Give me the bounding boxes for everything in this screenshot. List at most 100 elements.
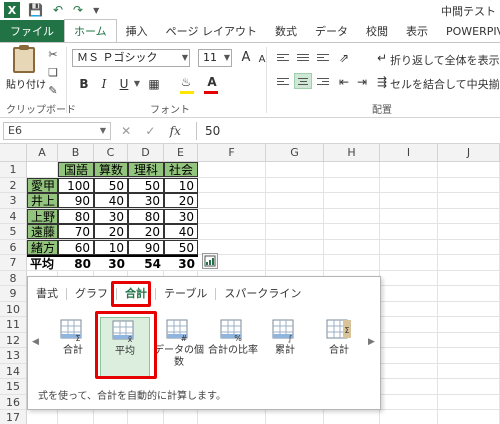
average-label-cell[interactable]: 平均 (27, 255, 58, 270)
column-header-i[interactable]: I (380, 144, 438, 162)
row-header-9[interactable]: 9 (0, 286, 27, 302)
select-all-corner[interactable] (0, 144, 27, 162)
insert-function-icon[interactable]: fx (170, 124, 181, 138)
score-cell[interactable]: 90 (58, 193, 94, 208)
score-cell[interactable]: 10 (94, 239, 128, 255)
align-right-icon[interactable] (314, 73, 332, 89)
column-header-g[interactable]: G (266, 144, 324, 162)
row-header-17[interactable]: 17 (0, 410, 27, 424)
row-header-15[interactable]: 15 (0, 379, 27, 395)
row-header-13[interactable]: 13 (0, 348, 27, 364)
font-name-box[interactable]: ＭＳ Ｐゴシック (72, 49, 190, 67)
tab-home[interactable]: ホーム (64, 19, 117, 42)
column-header-j[interactable]: J (438, 144, 500, 162)
score-cell[interactable]: 80 (58, 208, 94, 224)
font-name-dropdown-icon[interactable]: ▼ (180, 49, 190, 67)
column-header-d[interactable]: D (128, 144, 164, 162)
row-header-12[interactable]: 12 (0, 332, 27, 348)
row-header-11[interactable]: 11 (0, 317, 27, 333)
orientation-icon[interactable]: ⇗ (336, 49, 352, 67)
redo-icon[interactable]: ↷ (73, 3, 83, 17)
align-bottom-icon[interactable] (314, 49, 332, 65)
copy-icon[interactable]: ❏ (46, 67, 60, 79)
cancel-icon[interactable]: ✕ (121, 124, 131, 138)
score-cell[interactable]: 50 (128, 177, 164, 193)
wrap-text-button[interactable]: 折り返して全体を表示する (390, 52, 500, 68)
row-header-8[interactable]: 8 (0, 270, 27, 286)
font-color-button[interactable]: A (204, 73, 220, 91)
enter-icon[interactable]: ✓ (145, 124, 155, 138)
student-name-cell[interactable]: 上野 (27, 208, 58, 224)
score-cell[interactable]: 30 (94, 208, 128, 224)
italic-button[interactable]: I (96, 75, 112, 93)
paste-button[interactable]: 貼り付け (6, 45, 46, 91)
align-center-icon[interactable] (294, 73, 312, 89)
row-header-2[interactable]: 2 (0, 177, 27, 193)
name-box[interactable]: E6 ▼ (3, 122, 111, 140)
column-header-a[interactable]: A (27, 144, 58, 162)
student-name-cell[interactable]: 緒方 (27, 239, 58, 255)
qa-item-sum[interactable]: Σ 合計 (48, 317, 98, 379)
row-header-4[interactable]: 4 (0, 208, 27, 224)
scroll-left-icon[interactable]: ◀ (32, 337, 39, 347)
row-header-14[interactable]: 14 (0, 363, 27, 379)
student-name-cell[interactable]: 遠藤 (27, 224, 58, 239)
student-name-cell[interactable]: 井上 (27, 193, 58, 208)
underline-button[interactable]: U (116, 75, 132, 93)
grow-font-button[interactable]: A (238, 49, 254, 67)
row-header-1[interactable]: 1 (0, 162, 27, 178)
row-header-7[interactable]: 7 (0, 255, 27, 271)
qa-item-percent-total[interactable]: % 合計の比率 (208, 317, 258, 379)
formula-input[interactable]: 50 (196, 122, 500, 140)
score-cell[interactable]: 40 (94, 193, 128, 208)
qa-tab-sparklines[interactable]: スパークライン (216, 283, 309, 305)
undo-icon[interactable]: ↶ (53, 3, 63, 17)
score-cell[interactable]: 50 (94, 177, 128, 193)
average-value-cell[interactable]: 54 (128, 255, 164, 270)
column-header-e[interactable]: E (164, 144, 198, 162)
tab-formulas[interactable]: 数式 (266, 20, 306, 42)
score-cell[interactable]: 90 (128, 239, 164, 255)
shrink-font-button[interactable]: A (254, 51, 270, 69)
score-cell[interactable]: 20 (164, 193, 198, 208)
score-cell[interactable]: 30 (128, 193, 164, 208)
row-header-16[interactable]: 16 (0, 394, 27, 410)
average-value-cell[interactable]: 80 (58, 255, 94, 270)
score-cell[interactable]: 50 (164, 239, 198, 255)
column-header-f[interactable]: F (198, 144, 266, 162)
score-cell[interactable]: 20 (128, 224, 164, 239)
score-cell[interactable]: 30 (164, 208, 198, 224)
subject-header-cell[interactable]: 国語 (58, 162, 94, 177)
subject-header-cell[interactable]: 算数 (94, 162, 128, 177)
merge-center-icon[interactable]: ⇶ (374, 73, 390, 91)
font-size-dropdown-icon[interactable]: ▼ (222, 49, 232, 67)
format-painter-icon[interactable]: ✎ (46, 85, 60, 97)
score-cell[interactable]: 10 (164, 177, 198, 193)
average-value-cell[interactable]: 30 (94, 255, 128, 270)
tab-data[interactable]: データ (306, 20, 357, 42)
qa-item-count[interactable]: # データの個数 (154, 317, 204, 379)
save-icon[interactable]: 💾 (28, 3, 43, 17)
row-header-6[interactable]: 6 (0, 239, 27, 255)
column-header-h[interactable]: H (324, 144, 380, 162)
row-header-5[interactable]: 5 (0, 224, 27, 240)
subject-header-cell[interactable]: 理科 (128, 162, 164, 177)
tab-review[interactable]: 校閲 (357, 20, 397, 42)
fill-color-icon[interactable]: ♨ (178, 73, 194, 91)
cut-icon[interactable]: ✂ (46, 49, 60, 61)
wrap-text-icon[interactable]: ↵ (374, 49, 390, 67)
score-cell[interactable]: 60 (58, 239, 94, 255)
underline-dropdown-icon[interactable]: ▼ (132, 75, 142, 93)
align-left-icon[interactable] (274, 73, 292, 89)
column-header-b[interactable]: B (58, 144, 94, 162)
borders-icon[interactable]: ▦ (146, 75, 162, 93)
increase-indent-icon[interactable]: ⇥ (354, 73, 370, 91)
qa-tab-charts[interactable]: グラフ (67, 283, 116, 305)
customize-qat-icon[interactable]: ▼ (93, 6, 99, 15)
qa-tab-tables[interactable]: テーブル (156, 283, 215, 305)
qa-tab-formatting[interactable]: 書式 (28, 283, 66, 305)
score-cell[interactable]: 40 (164, 224, 198, 239)
tab-page-layout[interactable]: ページ レイアウト (157, 20, 266, 42)
subject-header-cell[interactable]: 社会 (164, 162, 198, 177)
qa-item-running-total[interactable]: ∫ 累計 (260, 317, 310, 379)
